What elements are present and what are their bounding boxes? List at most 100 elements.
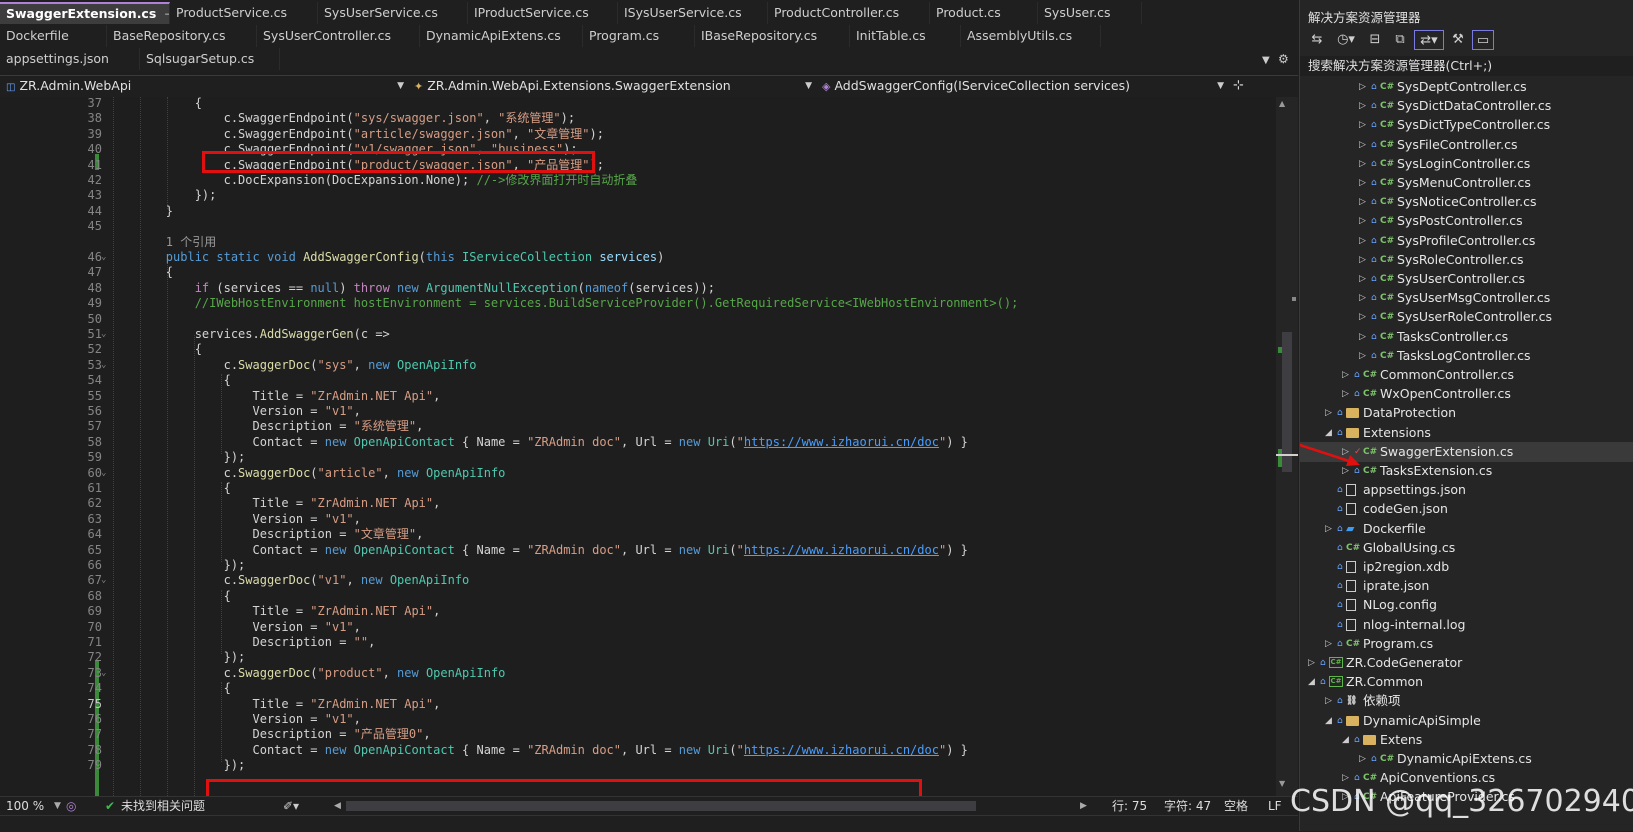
- tree-node-sysrolecontroller-cs[interactable]: ▷ ⌂ C# SysRoleController.cs: [1300, 250, 1633, 270]
- expand-arrow-icon[interactable]: ▷: [1359, 115, 1366, 135]
- preview-icon[interactable]: ▭: [1472, 30, 1494, 50]
- brush-icon[interactable]: ✐▾: [283, 797, 299, 815]
- scroll-left-icon[interactable]: ◀: [334, 797, 341, 815]
- expand-arrow-icon[interactable]: ▷: [1359, 192, 1366, 212]
- expand-arrow-icon[interactable]: ▷: [1359, 96, 1366, 116]
- tree-node-dockerfile[interactable]: ▷ ⌂ ▰ Dockerfile: [1300, 519, 1633, 539]
- tab-inittable-cs[interactable]: InitTable.cs: [850, 25, 961, 47]
- expand-arrow-icon[interactable]: ▷: [1359, 211, 1366, 231]
- expand-arrow-icon[interactable]: ▷: [1359, 154, 1366, 174]
- switch-views-icon[interactable]: ⇆: [1306, 30, 1328, 50]
- expand-arrow-icon[interactable]: ▷: [1359, 80, 1366, 97]
- tree-node-program-cs[interactable]: ▷ ⌂ C# Program.cs: [1300, 634, 1633, 654]
- collapse-all-icon[interactable]: ⊟: [1364, 30, 1386, 50]
- tab-sysuser-cs[interactable]: SysUser.cs: [1038, 2, 1142, 24]
- expand-arrow-icon[interactable]: ▷: [1325, 691, 1332, 711]
- tree-node-iprate-json[interactable]: ⌂ iprate.json: [1300, 576, 1633, 596]
- tab-appsettings-json[interactable]: appsettings.json: [0, 48, 140, 70]
- scroll-up-icon[interactable]: ▲: [1279, 99, 1285, 108]
- expand-arrow-icon[interactable]: ▷: [1359, 288, 1366, 308]
- horizontal-scrollbar-thumb[interactable]: [346, 801, 976, 811]
- collapse-arrow-icon[interactable]: ◢: [1325, 711, 1332, 731]
- tree-node-wxopencontroller-cs[interactable]: ▷ ⌂ C# WxOpenController.cs: [1300, 384, 1633, 404]
- fold-chevron-icon[interactable]: ⌄: [101, 326, 106, 342]
- expand-arrow-icon[interactable]: ▷: [1342, 384, 1349, 404]
- tree-node-extens[interactable]: ◢ ⌂ Extens: [1300, 730, 1633, 750]
- expand-arrow-icon[interactable]: ▷: [1342, 442, 1349, 462]
- tree-node-sysnoticecontroller-cs[interactable]: ▷ ⌂ C# SysNoticeController.cs: [1300, 192, 1633, 212]
- tab-sqlsugarsetup-cs[interactable]: SqlsugarSetup.cs: [140, 48, 280, 70]
- tree-node-dynamicapiextens-cs[interactable]: ▷ ⌂ C# DynamicApiExtens.cs: [1300, 749, 1633, 769]
- expand-arrow-icon[interactable]: ▷: [1359, 327, 1366, 347]
- tree-node-extensions[interactable]: ◢ ⌂ Extensions: [1300, 423, 1633, 443]
- column-indicator[interactable]: 字符: 47: [1164, 797, 1211, 815]
- tab-ibaserepository-cs[interactable]: IBaseRepository.cs: [695, 25, 850, 47]
- expand-arrow-icon[interactable]: ▷: [1325, 634, 1332, 654]
- chevron-down-icon[interactable]: ▼: [54, 797, 61, 815]
- tab-iproductservice-cs[interactable]: IProductService.cs: [468, 2, 618, 24]
- expand-arrow-icon[interactable]: ▷: [1359, 307, 1366, 327]
- show-all-files-icon[interactable]: ⧉: [1389, 30, 1411, 50]
- line-indicator[interactable]: 行: 75: [1112, 797, 1147, 815]
- tree-node-dataprotection[interactable]: ▷ ⌂ DataProtection: [1300, 403, 1633, 423]
- fold-chevron-icon[interactable]: ⌄: [101, 249, 106, 265]
- history-icon[interactable]: ◷▾: [1331, 30, 1361, 50]
- expand-arrow-icon[interactable]: ▷: [1359, 269, 1366, 289]
- expand-arrow-icon[interactable]: ▷: [1359, 749, 1366, 769]
- tab-dockerfile[interactable]: Dockerfile: [0, 25, 107, 47]
- tree-node-sysuserrolecontroller-cs[interactable]: ▷ ⌂ C# SysUserRoleController.cs: [1300, 307, 1633, 327]
- tree-node-syslogincontroller-cs[interactable]: ▷ ⌂ C# SysLoginController.cs: [1300, 154, 1633, 174]
- tree-node-swaggerextension-cs[interactable]: ▷ ✓ C# SwaggerExtension.cs: [1300, 441, 1633, 462]
- scroll-right-icon[interactable]: ▶: [1080, 797, 1087, 815]
- tree-node-globalusing-cs[interactable]: ⌂ C# GlobalUsing.cs: [1300, 538, 1633, 558]
- tree-node-sysfilecontroller-cs[interactable]: ▷ ⌂ C# SysFileController.cs: [1300, 135, 1633, 155]
- solution-search-input[interactable]: 搜索解决方案资源管理器(Ctrl+;): [1300, 56, 1633, 76]
- tree-node-sysusermsgcontroller-cs[interactable]: ▷ ⌂ C# SysUserMsgController.cs: [1300, 288, 1633, 308]
- tab-overflow-dropdown-icon[interactable]: ▼: [1262, 55, 1270, 66]
- tree-node-sysdictdatacontroller-cs[interactable]: ▷ ⌂ C# SysDictDataController.cs: [1300, 96, 1633, 116]
- expand-arrow-icon[interactable]: ▷: [1308, 653, 1315, 673]
- scrollbar-thumb[interactable]: [1282, 332, 1292, 472]
- tree-node-[interactable]: ▷ ⌂ ⛓ 依赖项: [1300, 691, 1633, 711]
- expand-arrow-icon[interactable]: ▷: [1342, 365, 1349, 385]
- tab-sysusercontroller-cs[interactable]: SysUserController.cs: [257, 25, 420, 47]
- tab-sysuserservice-cs[interactable]: SysUserService.cs: [318, 2, 468, 24]
- copilot-icon[interactable]: ◎: [66, 797, 76, 815]
- tab-swaggerextension-cs[interactable]: SwaggerExtension.cs⊣✕: [0, 2, 170, 24]
- tree-node-sysdeptcontroller-cs[interactable]: ▷ ⌂ C# SysDeptController.cs: [1300, 80, 1633, 97]
- split-editor-icon[interactable]: ⊹: [1233, 77, 1244, 95]
- tree-node-appsettings-json[interactable]: ⌂ appsettings.json: [1300, 480, 1633, 500]
- properties-wrench-icon[interactable]: ⚒: [1447, 30, 1469, 50]
- expand-arrow-icon[interactable]: ▷: [1359, 250, 1366, 270]
- fold-chevron-icon[interactable]: ⌄: [101, 572, 106, 588]
- tree-node-sysmenucontroller-cs[interactable]: ▷ ⌂ C# SysMenuController.cs: [1300, 173, 1633, 193]
- tree-node-syspostcontroller-cs[interactable]: ▷ ⌂ C# SysPostController.cs: [1300, 211, 1633, 231]
- expand-arrow-icon[interactable]: ▷: [1325, 519, 1332, 539]
- expand-arrow-icon[interactable]: ▷: [1359, 135, 1366, 155]
- tree-node-sysusercontroller-cs[interactable]: ▷ ⌂ C# SysUserController.cs: [1300, 269, 1633, 289]
- tree-node-nlog-config[interactable]: ⌂ NLog.config: [1300, 595, 1633, 615]
- tree-node-taskscontroller-cs[interactable]: ▷ ⌂ C# TasksController.cs: [1300, 327, 1633, 347]
- tree-node-taskslogcontroller-cs[interactable]: ▷ ⌂ C# TasksLogController.cs: [1300, 346, 1633, 366]
- fold-chevron-icon[interactable]: ⌄: [101, 665, 106, 681]
- expand-arrow-icon[interactable]: ▷: [1325, 403, 1332, 423]
- tab-isysuserservice-cs[interactable]: ISysUserService.cs: [618, 2, 768, 24]
- tree-node-codegen-json[interactable]: ⌂ codeGen.json: [1300, 499, 1633, 519]
- tab-productcontroller-cs[interactable]: ProductController.cs: [768, 2, 930, 24]
- tab-assemblyutils-cs[interactable]: AssemblyUtils.cs: [961, 25, 1101, 47]
- collapse-arrow-icon[interactable]: ◢: [1325, 423, 1332, 443]
- tab-baserepository-cs[interactable]: BaseRepository.cs: [107, 25, 257, 47]
- type-combo[interactable]: ✦ ZR.Admin.WebApi.Extensions.SwaggerExte…: [414, 77, 816, 95]
- scroll-down-icon[interactable]: ▼: [1279, 779, 1285, 788]
- collapse-arrow-icon[interactable]: ◢: [1342, 730, 1349, 750]
- tab-productservice-cs[interactable]: ProductService.cs: [170, 2, 318, 24]
- expand-arrow-icon[interactable]: ▷: [1359, 173, 1366, 193]
- expand-arrow-icon[interactable]: ▷: [1359, 231, 1366, 251]
- tree-node-tasksextension-cs[interactable]: ▷ ⌂ C# TasksExtension.cs: [1300, 461, 1633, 481]
- expand-arrow-icon[interactable]: ▷: [1359, 346, 1366, 366]
- editor-vertical-scrollbar[interactable]: ▲ ▼: [1276, 97, 1298, 796]
- tree-node-sysdicttypecontroller-cs[interactable]: ▷ ⌂ C# SysDictTypeController.cs: [1300, 115, 1633, 135]
- indent-mode[interactable]: 空格: [1224, 797, 1248, 815]
- tree-node-zr-codegenerator[interactable]: ▷ ⌂ C# ZR.CodeGenerator: [1300, 653, 1633, 673]
- tab-product-cs[interactable]: Product.cs: [930, 2, 1038, 24]
